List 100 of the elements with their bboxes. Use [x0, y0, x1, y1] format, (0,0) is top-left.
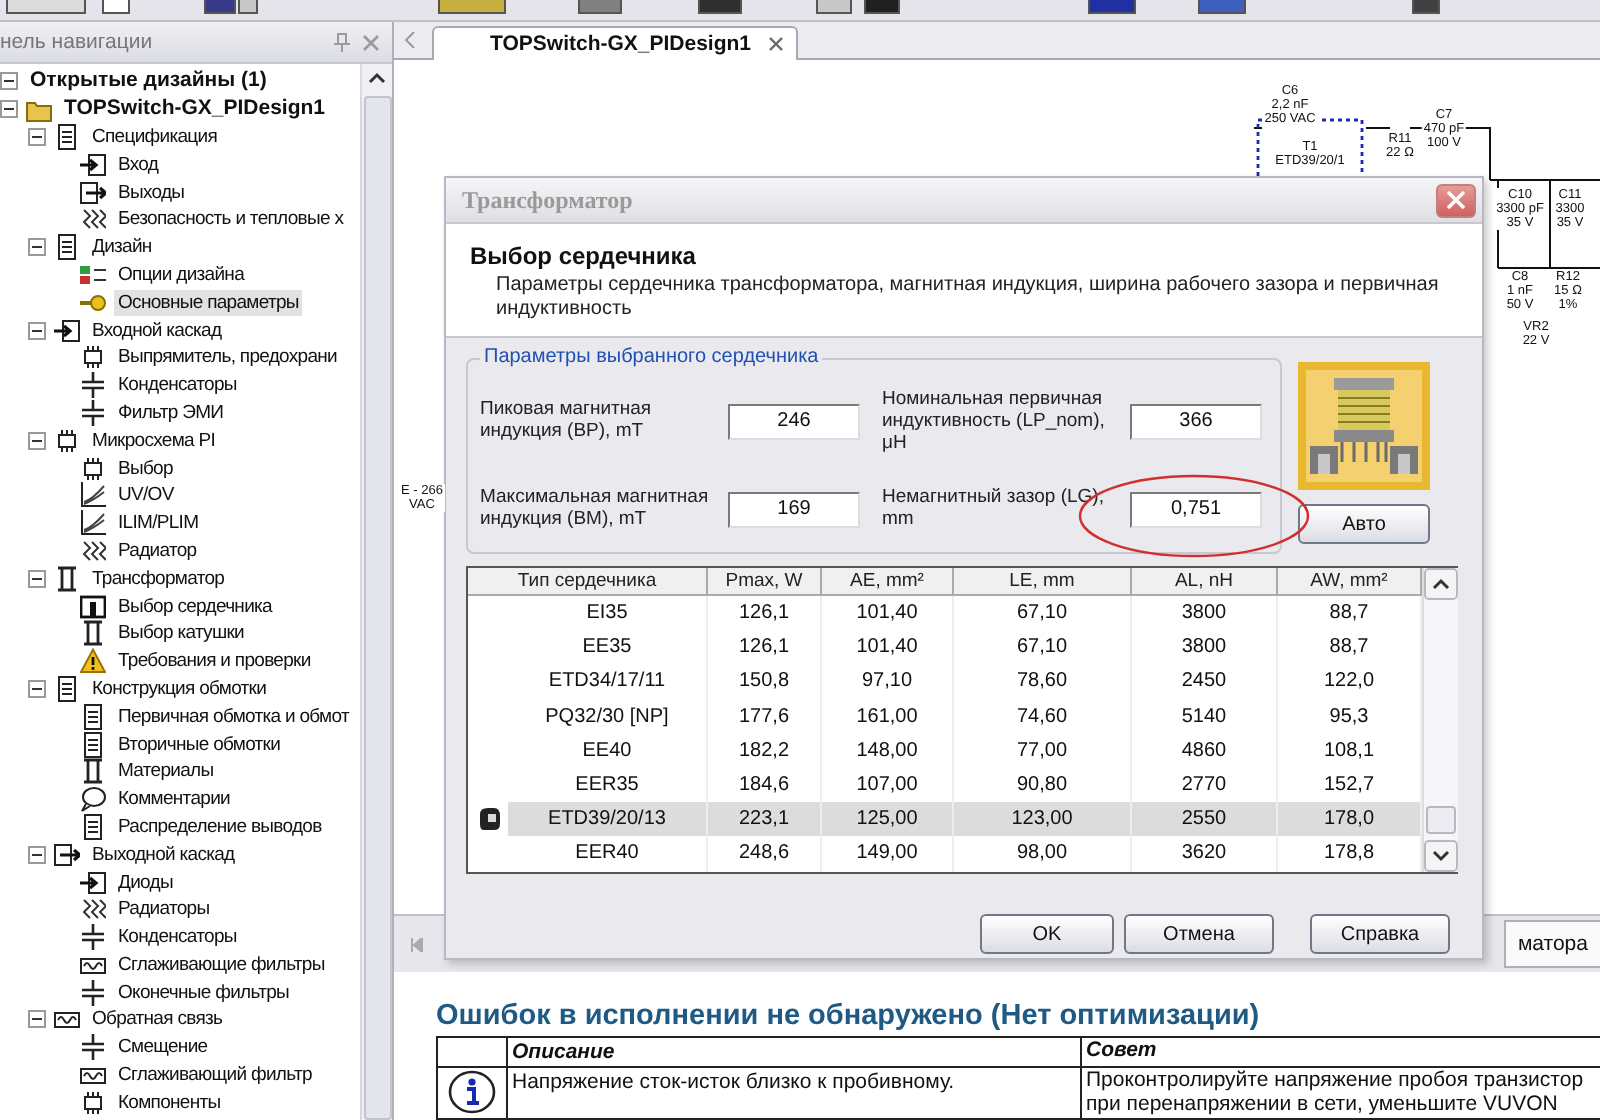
cancel-button[interactable]: Отмена [1124, 914, 1274, 954]
table-cell: EE35 [508, 630, 708, 665]
table-cell: EER40 [508, 836, 708, 871]
table-cell: 149,00 [822, 836, 954, 871]
table-cell: 248,6 [708, 836, 822, 871]
ok-button[interactable]: OK [980, 914, 1114, 954]
tree-item[interactable]: Входной каскад [88, 317, 226, 344]
scroll-thumb[interactable] [1426, 806, 1456, 834]
expander-icon[interactable] [28, 238, 46, 257]
tree-item[interactable]: Сглаживающий фильтр [114, 1062, 316, 1089]
auto-button[interactable]: Авто [1298, 504, 1430, 544]
table-cell: 123,00 [954, 802, 1132, 837]
help-button[interactable]: Справка [1310, 914, 1450, 954]
tree-item[interactable]: Обратная связь [88, 1006, 227, 1033]
table-cell: 101,40 [822, 630, 954, 665]
tree-item[interactable]: Микросхема PI [88, 427, 220, 454]
tree-item[interactable]: Смещение [114, 1034, 212, 1061]
tree-item[interactable]: Вторичные обмотки [114, 731, 285, 758]
tree-item[interactable]: Распределение выводов [114, 813, 326, 840]
scrollbar[interactable] [1422, 568, 1458, 872]
scroll-up-icon[interactable] [368, 72, 386, 84]
input-field[interactable]: 246 [728, 403, 860, 440]
toolbar-icon[interactable] [697, 0, 741, 14]
input-field[interactable]: 366 [1130, 403, 1262, 440]
tree-item[interactable]: ILIM/PLIM [114, 510, 203, 537]
table-cell: 150,8 [708, 664, 822, 700]
dialog-title: Трансформатор [462, 185, 633, 215]
dialog-heading: Выбор сердечника [470, 242, 698, 270]
row-marker-icon [477, 808, 499, 831]
table-row[interactable]: ETD39/20/13 223,1 125,00 123,00 2550 178,0 [468, 802, 1422, 837]
expander-icon[interactable] [28, 845, 46, 864]
close-button[interactable] [1436, 183, 1476, 217]
expander-icon[interactable] [28, 569, 46, 588]
tree-item[interactable]: Открытые дизайны (1) [26, 68, 271, 95]
tree-item[interactable]: Опции дизайна [114, 261, 249, 288]
tree-item[interactable]: Материалы [114, 758, 218, 785]
filter-icon [54, 1006, 80, 1033]
tree-item[interactable]: Вход [114, 151, 163, 178]
tree-item[interactable]: Выпрямитель, предохрани [114, 344, 341, 371]
tree-item[interactable]: Основные параметры [114, 289, 303, 316]
tree-item[interactable]: Оконечные фильтры [114, 979, 293, 1006]
table-cell: ETD39/20/13 [508, 802, 708, 837]
view-tab[interactable]: матора [1503, 920, 1600, 968]
tree-item[interactable]: Трансформатор [88, 565, 229, 592]
tree-item[interactable]: Дизайн [88, 234, 156, 261]
tree-item[interactable]: Выбор [114, 455, 177, 482]
expander-icon[interactable] [28, 679, 46, 698]
tree-item[interactable]: TOPSwitch-GX_PIDesign1 [60, 96, 330, 123]
expander-icon[interactable] [28, 431, 46, 450]
column-header[interactable]: Pmax, W [708, 568, 822, 596]
input-field[interactable]: 0,751 [1130, 491, 1262, 528]
tree-item[interactable]: Выбор катушки [114, 620, 248, 647]
tree-item[interactable]: Конденсаторы [114, 372, 241, 399]
table-cell: PQ32/30 [NP] [508, 699, 708, 734]
close-icon[interactable] [767, 36, 784, 52]
toolbar-icon[interactable] [1411, 0, 1439, 14]
document-icon [54, 675, 80, 702]
column-header: Совет [1084, 1038, 1159, 1066]
tree-item[interactable]: Выходы [114, 179, 189, 206]
column-header[interactable]: AE, mm² [822, 568, 954, 596]
close-icon [1446, 190, 1466, 210]
tree-item[interactable]: Первичная обмотка и обмот [114, 703, 353, 730]
tree-item[interactable]: Сглаживающие фильтры [114, 951, 329, 978]
scrollbar[interactable] [360, 64, 392, 1120]
toolbar-icon[interactable] [863, 0, 900, 14]
tree-item[interactable]: Спецификация [88, 123, 221, 150]
tree-item[interactable]: Комментарии [114, 786, 234, 813]
expander-icon[interactable] [28, 127, 46, 146]
table-cell: 148,00 [822, 733, 954, 768]
expander-icon[interactable] [28, 321, 46, 340]
column-header[interactable]: Тип сердечника [468, 568, 708, 596]
scroll-thumb[interactable] [363, 96, 391, 1120]
table-cell: 5140 [1132, 699, 1278, 734]
input-field[interactable]: 169 [728, 491, 860, 528]
tree-item[interactable]: Требования и проверки [114, 648, 315, 675]
field-label: Максимальная магнитная индукция (BM), mT [480, 486, 711, 530]
tree-item[interactable]: Выбор сердечника [114, 593, 276, 620]
expander-icon[interactable] [0, 72, 18, 91]
toolbar-icon[interactable] [102, 0, 130, 14]
column-header[interactable]: AL, nH [1132, 568, 1278, 596]
tree-item[interactable]: Радиатор [114, 537, 201, 564]
tree-item[interactable]: Фильтр ЭМИ [114, 399, 228, 426]
scroll-up-icon[interactable] [1424, 568, 1458, 600]
expander-icon[interactable] [28, 1010, 46, 1029]
tree-item[interactable]: Конденсаторы [114, 924, 241, 951]
tree-item[interactable]: UV/OV [114, 482, 178, 509]
document-tab[interactable]: TOPSwitch-GX_PIDesign1 [432, 26, 798, 60]
expander-icon[interactable] [0, 100, 18, 119]
toolbar-icon[interactable] [6, 0, 87, 14]
capacitor-icon [80, 1034, 106, 1061]
tree-item[interactable]: Радиаторы [114, 896, 214, 923]
tree-item[interactable]: Конструкция обмотки [88, 675, 271, 702]
scroll-down-icon[interactable] [1424, 840, 1458, 872]
column-header[interactable]: LE, mm [954, 568, 1132, 596]
tree-item[interactable]: Выходной каскад [88, 841, 239, 868]
tree-item[interactable]: Безопасность и тепловые х [114, 206, 348, 233]
table-cell: 178,0 [1278, 802, 1422, 837]
tree-item[interactable]: Компоненты [114, 1089, 225, 1116]
document-icon [80, 731, 106, 758]
tree-item[interactable]: Диоды [114, 869, 177, 895]
